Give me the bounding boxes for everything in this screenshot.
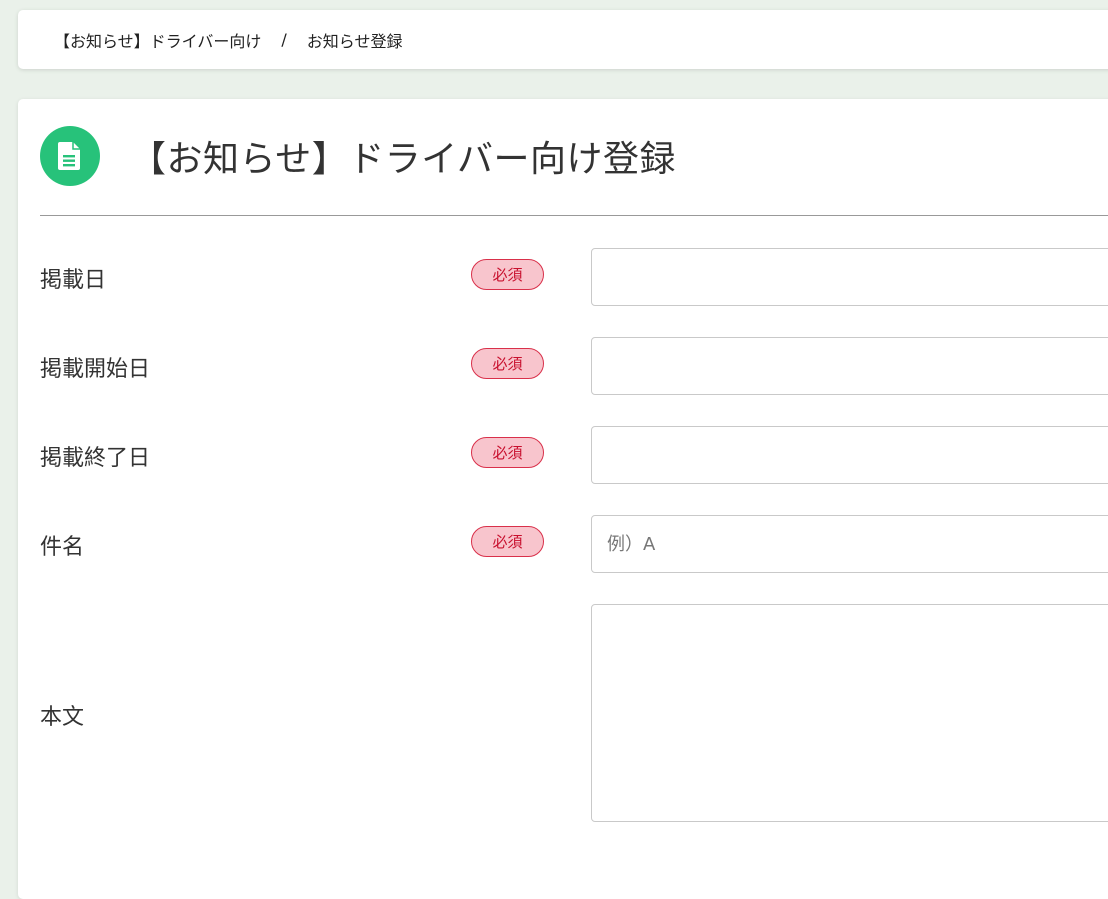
required-badge: 必須 [471, 526, 544, 557]
body-textarea[interactable] [591, 604, 1108, 822]
form-row-subject: 件名 必須 [40, 515, 1108, 573]
form-row-publish-start-date: 掲載開始日 必須 [40, 337, 1108, 395]
publish-start-date-label: 掲載開始日 [40, 357, 151, 382]
required-badge: 必須 [471, 437, 544, 468]
publish-start-date-input[interactable] [591, 337, 1108, 395]
publish-end-date-input[interactable] [591, 426, 1108, 484]
page-header: 【お知らせ】ドライバー向け登録 [40, 126, 676, 186]
publish-end-date-label: 掲載終了日 [40, 446, 151, 471]
form-row-publish-date: 掲載日 必須 [40, 248, 1108, 306]
breadcrumb: 【お知らせ】ドライバー向け / お知らせ登録 [18, 10, 1108, 69]
form-panel: 【お知らせ】ドライバー向け登録 掲載日 必須 掲載開始日 必須 掲載終了日 必須… [18, 99, 1108, 899]
publish-date-input[interactable] [591, 248, 1108, 306]
page-title: 【お知らせ】ドライバー向け登録 [130, 139, 677, 180]
document-icon [40, 126, 100, 186]
subject-label: 件名 [40, 535, 85, 560]
subject-input[interactable] [591, 515, 1108, 573]
breadcrumb-separator: / [281, 30, 287, 49]
breadcrumb-parent-link[interactable]: 【お知らせ】ドライバー向け [54, 28, 261, 52]
breadcrumb-current: お知らせ登録 [306, 31, 403, 51]
document-icon-glyph [58, 142, 80, 170]
required-badge: 必須 [471, 259, 544, 290]
form-row-body: 本文 [40, 604, 1108, 822]
required-badge: 必須 [471, 348, 544, 379]
publish-date-label: 掲載日 [40, 268, 107, 293]
header-divider [40, 215, 1108, 216]
form-row-publish-end-date: 掲載終了日 必須 [40, 426, 1108, 484]
body-label: 本文 [40, 705, 85, 730]
